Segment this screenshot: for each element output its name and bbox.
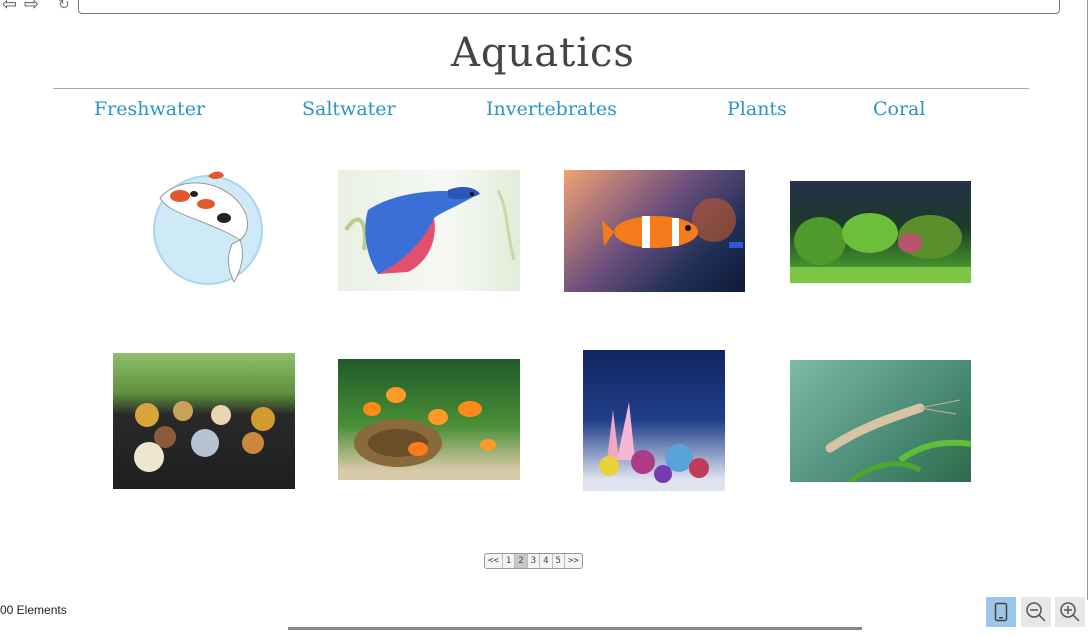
nav-link-invertebrates[interactable]: Invertebrates xyxy=(486,98,617,120)
pager-page-4[interactable]: 4 xyxy=(540,554,553,568)
forward-arrow-icon[interactable]: ⇨ xyxy=(24,0,39,14)
planted-aquarium-image[interactable] xyxy=(790,181,971,283)
pager-page-3[interactable]: 3 xyxy=(528,554,541,568)
vertical-scrollbar[interactable] xyxy=(1087,0,1092,600)
freshwater-shrimp-image[interactable] xyxy=(790,360,971,482)
title-divider xyxy=(53,88,1029,89)
pager-last[interactable]: >> xyxy=(565,554,582,568)
betta-fish-image[interactable] xyxy=(338,170,520,291)
mystery-snails-image[interactable] xyxy=(113,353,295,489)
page-title: Aquatics xyxy=(451,30,635,76)
address-bar[interactable] xyxy=(78,0,1060,14)
pager-first[interactable]: << xyxy=(485,554,503,568)
pager-page-1[interactable]: 1 xyxy=(503,554,516,568)
device-icon[interactable] xyxy=(986,597,1016,627)
nav-link-coral[interactable]: Coral xyxy=(873,98,925,120)
goldfish-image[interactable] xyxy=(338,359,520,480)
koi-fish-image[interactable] xyxy=(148,170,266,288)
nav-link-plants[interactable]: Plants xyxy=(727,98,787,120)
reload-icon[interactable]: ↻ xyxy=(58,0,70,13)
zoom-out-icon[interactable] xyxy=(1021,597,1051,627)
pager-page-5[interactable]: 5 xyxy=(553,554,565,568)
pagination: << 1 2 3 4 5 >> xyxy=(484,553,583,569)
back-arrow-icon[interactable]: ⇦ xyxy=(2,0,17,14)
horizontal-scrollbar[interactable] xyxy=(288,627,862,630)
nav-link-saltwater[interactable]: Saltwater xyxy=(302,98,396,120)
nav-link-freshwater[interactable]: Freshwater xyxy=(94,98,205,120)
pager-page-2[interactable]: 2 xyxy=(515,554,528,568)
elements-count: 00 Elements xyxy=(0,603,67,617)
browser-chrome: ⇦ ⇨ ↻ xyxy=(0,0,1092,16)
coral-reef-image[interactable] xyxy=(583,350,725,491)
zoom-in-icon[interactable] xyxy=(1055,597,1085,627)
clownfish-image[interactable] xyxy=(564,170,745,292)
